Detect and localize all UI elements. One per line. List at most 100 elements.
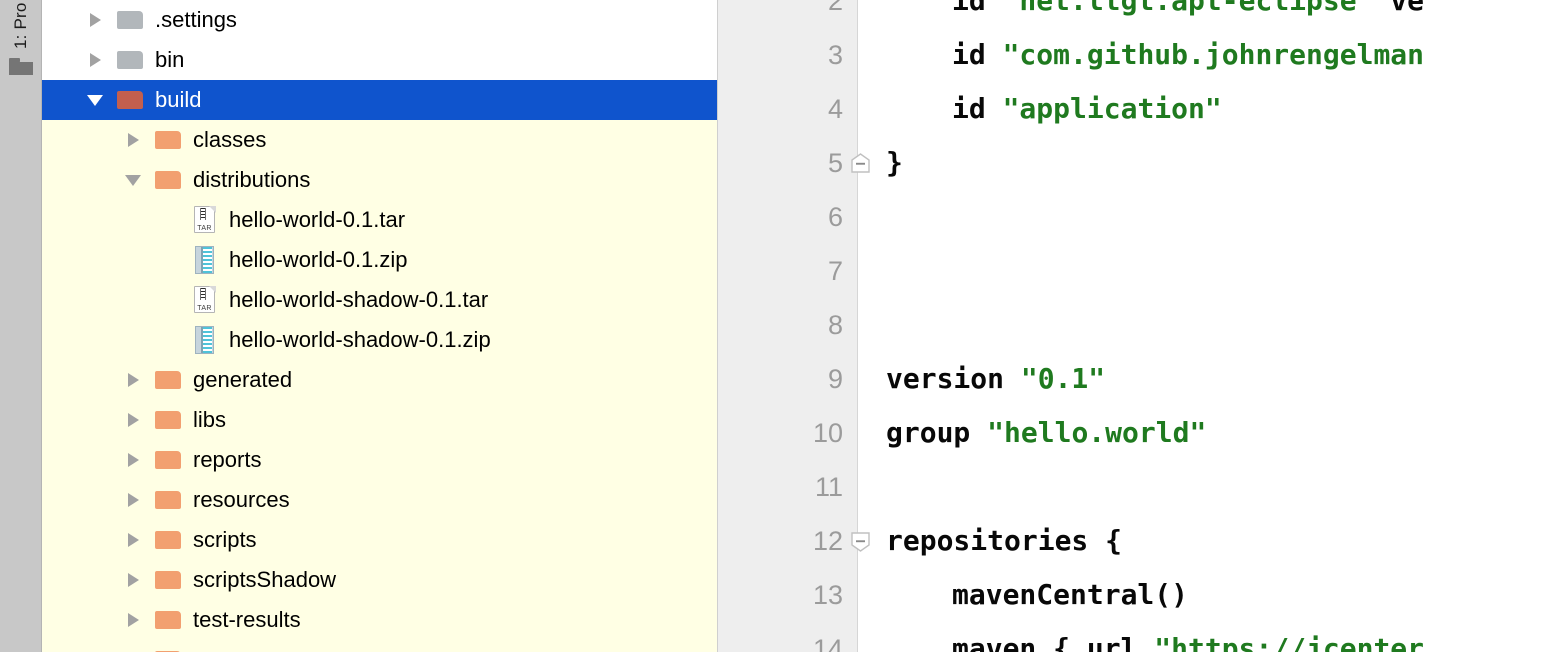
- tree-row-label: hello-world-0.1.tar: [229, 207, 406, 232]
- chevron-right-icon[interactable]: [122, 609, 144, 631]
- line-number: 6: [827, 202, 843, 232]
- tree-row[interactable]: libs: [42, 400, 717, 440]
- chevron-right-icon[interactable]: [84, 9, 106, 31]
- code-line[interactable]: maven { url "https://jcenter: [952, 622, 1424, 652]
- code-token-string: "application": [1002, 92, 1222, 125]
- tree-row[interactable]: tmp: [42, 640, 717, 652]
- code-text-area[interactable]: id "net.ltgt.apt-eclipse" ve id "com.gith…: [872, 0, 1564, 652]
- chevron-right-icon[interactable]: [122, 489, 144, 511]
- tree-row[interactable]: TAR hello-world-0.1.tar: [42, 200, 717, 240]
- folder-icon: [154, 407, 184, 433]
- code-token-keyword: group: [886, 416, 988, 449]
- folder-icon: [154, 527, 184, 553]
- line-number: 4: [827, 94, 843, 124]
- folder-icon: [116, 7, 146, 33]
- tree-row[interactable]: test-results: [42, 600, 717, 640]
- tree-row-label: scripts: [193, 527, 257, 552]
- folder-icon: [154, 647, 184, 652]
- tree-row[interactable]: bin: [42, 40, 717, 80]
- code-line[interactable]: id "com.github.johnrengelman: [952, 28, 1424, 82]
- project-tree-panel[interactable]: .settings bin build classes distributions TAR…: [42, 0, 718, 652]
- tree-row-label: reports: [193, 447, 262, 472]
- code-line[interactable]: repositories {: [886, 514, 1122, 568]
- line-number: 3: [827, 40, 843, 70]
- folder-icon: [154, 167, 184, 193]
- tree-row-label: hello-world-0.1.zip: [229, 247, 408, 272]
- tree-row-label: .settings: [155, 7, 237, 32]
- fold-marker-icon[interactable]: [849, 152, 872, 175]
- tree-row[interactable]: hello-world-0.1.zip: [42, 240, 717, 280]
- code-token-keyword: version: [886, 362, 1021, 395]
- code-line[interactable]: }: [886, 136, 903, 190]
- line-number: 9: [827, 364, 843, 394]
- chevron-right-icon[interactable]: [122, 409, 144, 431]
- fold-column[interactable]: [851, 0, 872, 652]
- tree-row[interactable]: scriptsShadow: [42, 560, 717, 600]
- project-tool-window-button[interactable]: 1: Pro: [0, 0, 42, 110]
- chevron-right-icon[interactable]: [122, 569, 144, 591]
- code-token-string: "hello.world": [987, 416, 1207, 449]
- code-line[interactable]: id "net.ltgt.apt-eclipse" ve: [952, 0, 1424, 28]
- tree-row-label: distributions: [193, 167, 311, 192]
- tree-row-label: bin: [155, 47, 185, 72]
- chevron-down-icon[interactable]: [84, 89, 106, 111]
- folder-icon: [154, 487, 184, 513]
- code-token-keyword: id: [952, 92, 1003, 125]
- code-token-string: "https://jcenter: [1154, 632, 1425, 652]
- code-line[interactable]: mavenCentral(): [952, 568, 1188, 622]
- folder-icon: [154, 447, 184, 473]
- code-line[interactable]: version "0.1": [886, 352, 1105, 406]
- code-token-keyword: maven { url: [952, 632, 1155, 652]
- chevron-right-icon[interactable]: [122, 369, 144, 391]
- code-token-keyword: mavenCentral(): [952, 578, 1189, 611]
- line-number: 11: [814, 472, 843, 502]
- line-number: 5: [827, 148, 843, 178]
- code-line[interactable]: group "hello.world": [886, 406, 1206, 460]
- tree-row-label: tmp: [193, 647, 230, 652]
- folder-icon: [116, 87, 146, 113]
- tree-row[interactable]: hello-world-shadow-0.1.zip: [42, 320, 717, 360]
- zip-file-icon: [192, 325, 218, 355]
- tree-row[interactable]: scripts: [42, 520, 717, 560]
- folder-icon: [154, 607, 184, 633]
- code-editor[interactable]: 2 3 4 5 6 7 8 9 10 11 12 13 14 id "net.ltgt.apt-ecli…: [718, 0, 1564, 652]
- line-number: 8: [827, 310, 843, 340]
- chevron-right-icon[interactable]: [122, 449, 144, 471]
- line-number: 10: [812, 418, 843, 448]
- code-token-string: "net.ltgt.apt-eclipse": [1002, 0, 1374, 17]
- line-number: 7: [827, 256, 843, 286]
- code-token-keyword: id: [952, 38, 1003, 71]
- tree-row[interactable]: .settings: [42, 0, 717, 40]
- line-number: 12: [812, 526, 843, 556]
- tree-row[interactable]: classes: [42, 120, 717, 160]
- editor-gutter[interactable]: 2 3 4 5 6 7 8 9 10 11 12 13 14: [718, 0, 858, 652]
- folder-icon: [154, 367, 184, 393]
- chevron-right-icon[interactable]: [84, 49, 106, 71]
- tree-row-label: hello-world-shadow-0.1.tar: [229, 287, 489, 312]
- folder-icon: [116, 47, 146, 73]
- tree-row[interactable]: TAR hello-world-shadow-0.1.tar: [42, 280, 717, 320]
- tree-row[interactable]: distributions: [42, 160, 717, 200]
- tree-row[interactable]: reports: [42, 440, 717, 480]
- tree-row[interactable]: resources: [42, 480, 717, 520]
- line-number: 14: [812, 634, 843, 652]
- line-number: 13: [812, 580, 843, 610]
- chevron-down-icon[interactable]: [122, 169, 144, 191]
- tree-row-label: test-results: [193, 607, 301, 632]
- code-token-keyword: }: [886, 146, 903, 179]
- folder-icon: [9, 56, 34, 76]
- code-token-keyword: repositories {: [886, 524, 1123, 557]
- tree-row[interactable]: build: [42, 80, 717, 120]
- folder-icon: [154, 567, 184, 593]
- zip-file-icon: [192, 245, 218, 275]
- fold-marker-icon[interactable]: [849, 530, 872, 553]
- ide-window: 1: Pro .settings bin build classes distribut…: [0, 0, 1564, 652]
- tree-row[interactable]: generated: [42, 360, 717, 400]
- chevron-right-icon[interactable]: [122, 529, 144, 551]
- code-line[interactable]: id "application": [952, 82, 1222, 136]
- chevron-right-icon[interactable]: [122, 129, 144, 151]
- tar-file-icon: TAR: [192, 285, 218, 315]
